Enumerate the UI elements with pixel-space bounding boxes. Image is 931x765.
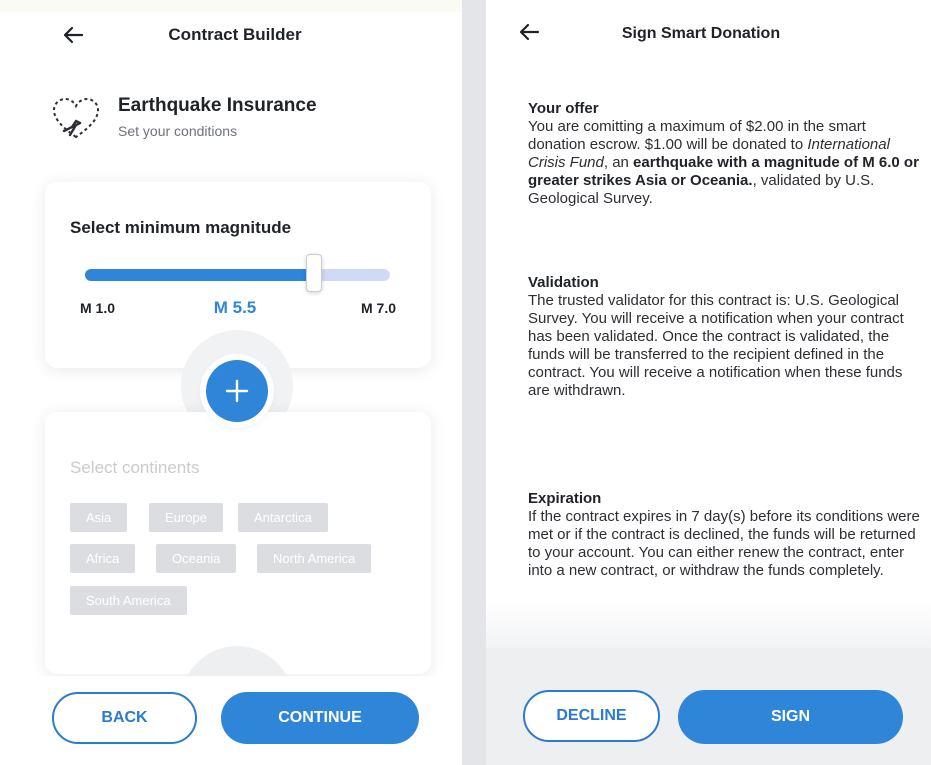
validation-text: The trusted validator for this contract …: [528, 292, 904, 399]
magnitude-slider-fill: [85, 269, 314, 281]
magnitude-slider-thumb[interactable]: [305, 254, 322, 292]
continent-chip-europe[interactable]: Europe: [149, 503, 223, 532]
continent-chip-oceania[interactable]: Oceania: [156, 544, 237, 573]
right-action-bar: DECLINE SIGN: [486, 648, 931, 765]
expiration-section: Expiration If the contract expires in 7 …: [528, 490, 923, 580]
sign-button[interactable]: SIGN: [678, 690, 903, 744]
sign-donation-screen: Sign Smart Donation Your offer You are c…: [486, 0, 931, 765]
validation-section: Validation The trusted validator for thi…: [528, 274, 923, 400]
continents-card: Select continents Asia Europe Antarctica…: [45, 412, 431, 674]
continent-chip-asia[interactable]: Asia: [70, 503, 128, 532]
continent-chip-north-america[interactable]: North America: [257, 544, 372, 573]
back-arrow-icon[interactable]: [518, 22, 546, 46]
continents-label: Select continents: [70, 458, 200, 477]
add-condition-button[interactable]: [206, 360, 268, 422]
continent-chip-africa[interactable]: Africa: [70, 544, 136, 573]
plus-icon: [225, 379, 249, 403]
continent-chip-south-america[interactable]: South America: [70, 586, 187, 615]
heart-ribbon-icon: [50, 93, 102, 145]
magnitude-slider-track[interactable]: [85, 269, 390, 281]
expiration-heading: Expiration: [528, 490, 602, 507]
status-strip: [0, 0, 462, 12]
contract-name: Earthquake Insurance: [118, 95, 317, 116]
back-arrow-icon[interactable]: [62, 25, 90, 49]
page-title: Sign Smart Donation: [621, 25, 781, 42]
decline-button[interactable]: DECLINE: [523, 690, 660, 742]
offer-text: You are comitting a maximum of $2.00 in …: [528, 118, 919, 207]
expiration-text: If the contract expires in 7 day(s) befo…: [528, 508, 920, 579]
contract-subtitle: Set your conditions: [118, 123, 238, 139]
continue-button[interactable]: CONTINUE: [221, 692, 419, 744]
offer-heading: Your offer: [528, 100, 599, 117]
offer-section: Your offer You are comitting a maximum o…: [528, 100, 923, 208]
back-button[interactable]: BACK: [52, 692, 197, 744]
left-action-bar: BACK CONTINUE: [0, 676, 462, 765]
screen-divider: [462, 0, 486, 765]
magnitude-max-label: M 7.0: [360, 300, 396, 316]
contract-builder-screen: Contract Builder Earthquake Insurance Se…: [0, 0, 462, 765]
continent-chip-antarctica[interactable]: Antarctica: [238, 503, 328, 532]
magnitude-label: Select minimum magnitude: [70, 218, 292, 237]
validation-heading: Validation: [528, 274, 599, 291]
page-title: Contract Builder: [168, 25, 302, 44]
